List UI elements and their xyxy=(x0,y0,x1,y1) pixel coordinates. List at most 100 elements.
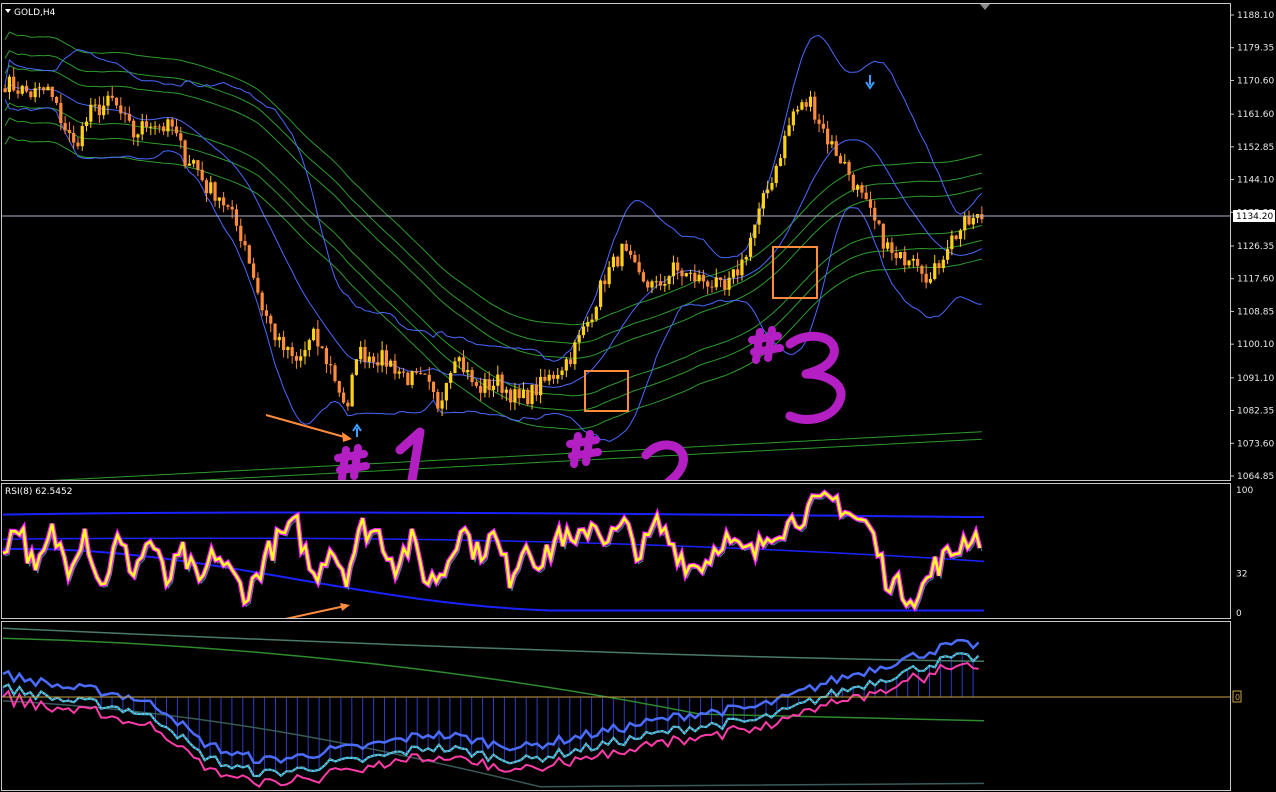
candle-body xyxy=(479,385,483,393)
rsi-series xyxy=(2,489,985,618)
rsi-tick-label: 100 xyxy=(1236,486,1253,496)
candle-body xyxy=(106,95,110,106)
annotation-arrow xyxy=(265,414,349,439)
price-tick-label: 1126.35 xyxy=(1237,242,1274,252)
annotation-hash-1 xyxy=(334,444,370,480)
candle-body xyxy=(753,224,757,238)
candle-body xyxy=(316,328,320,347)
candle-body xyxy=(680,270,684,277)
candle-body xyxy=(80,126,84,147)
envelope-line xyxy=(4,50,983,344)
candle-body xyxy=(359,346,363,360)
candle-body xyxy=(406,372,410,385)
candle-body xyxy=(586,322,590,327)
candle-body xyxy=(564,359,568,371)
candle-body xyxy=(187,163,191,166)
rsi-upper-band xyxy=(2,511,985,519)
candle-body xyxy=(93,104,97,106)
candle-body xyxy=(594,306,598,320)
candle-body xyxy=(718,277,723,281)
candle-body xyxy=(183,140,187,166)
candle-body xyxy=(179,133,183,141)
price-tick-label: 1073.60 xyxy=(1237,439,1274,449)
candle-body xyxy=(29,91,33,98)
candle-body xyxy=(136,134,140,138)
candle-body xyxy=(380,350,384,366)
candle-body xyxy=(873,207,877,221)
candle-body xyxy=(701,274,706,282)
rsi-glow-line xyxy=(2,489,983,613)
collapse-triangle-icon[interactable] xyxy=(5,9,11,13)
annotation-numeral-3 xyxy=(785,331,846,424)
candle-body xyxy=(941,259,945,268)
symbol-header[interactable]: GOLD,H4 xyxy=(5,8,56,18)
candle-body xyxy=(920,265,924,274)
candle-body xyxy=(658,281,663,286)
price-tick-label: 1091.10 xyxy=(1237,374,1274,384)
envelope-line xyxy=(4,65,983,359)
candle-body xyxy=(252,263,256,278)
candle-body xyxy=(890,242,894,253)
oscillator-cyan-line xyxy=(2,652,980,778)
candle-body xyxy=(290,347,294,357)
candle-body xyxy=(140,121,144,135)
candle-body xyxy=(894,252,898,259)
price-tick-label: 1117.60 xyxy=(1237,275,1274,285)
candle-body xyxy=(153,126,157,128)
candle-body xyxy=(414,371,418,373)
candle-body xyxy=(770,182,774,190)
candle-body xyxy=(744,256,748,260)
candle-body xyxy=(33,88,37,98)
candle-body xyxy=(796,109,800,112)
candle-body xyxy=(868,199,873,208)
candle-body xyxy=(350,374,354,407)
candle-body xyxy=(663,284,667,286)
candle-body xyxy=(860,185,864,193)
candle-body xyxy=(20,85,24,94)
candle-body xyxy=(500,374,504,393)
candle-body xyxy=(166,119,170,132)
candle-body xyxy=(144,121,149,127)
candle-body xyxy=(856,185,860,190)
candle-body xyxy=(851,174,855,190)
price-tick-label: 1170.60 xyxy=(1237,76,1274,86)
candle-body xyxy=(577,335,581,343)
candle-body xyxy=(513,389,517,403)
chart-shift-marker-icon[interactable] xyxy=(980,4,990,10)
candle-body xyxy=(303,350,307,357)
candle-body xyxy=(598,280,603,307)
candle-body xyxy=(937,263,941,268)
rsi-title: RSI(8) 62.5452 xyxy=(5,487,72,497)
buy-arrow-icon xyxy=(352,423,362,437)
candle-body xyxy=(624,243,628,251)
candle-body xyxy=(346,402,350,407)
candle-body xyxy=(149,126,153,128)
candle-body xyxy=(337,380,341,393)
candle-body xyxy=(723,280,727,290)
candle-body xyxy=(427,374,431,382)
oscillator-pink-line xyxy=(2,662,979,788)
candle-body xyxy=(286,347,290,350)
candle-body xyxy=(684,273,688,277)
candle-body xyxy=(307,340,311,351)
candle-body xyxy=(444,382,448,401)
candle-body xyxy=(898,251,903,259)
candle-body xyxy=(256,277,260,293)
current-price-tag: 1134.20 xyxy=(1233,210,1275,222)
candle-body xyxy=(826,128,830,145)
candle-body xyxy=(264,310,269,316)
candle-body xyxy=(813,96,817,120)
candle-body xyxy=(556,374,560,379)
candle-body xyxy=(234,209,239,226)
candle-body xyxy=(457,357,461,362)
candle-body xyxy=(102,105,106,116)
candle-body xyxy=(569,359,573,365)
candle-body xyxy=(461,357,466,372)
candle-body xyxy=(757,208,761,225)
candle-body xyxy=(881,223,885,249)
candle-body xyxy=(560,370,564,375)
candle-body xyxy=(222,197,226,206)
oscillator-zero-text: 0 xyxy=(1235,693,1240,702)
candle-body xyxy=(50,86,54,97)
candle-body xyxy=(470,369,474,383)
